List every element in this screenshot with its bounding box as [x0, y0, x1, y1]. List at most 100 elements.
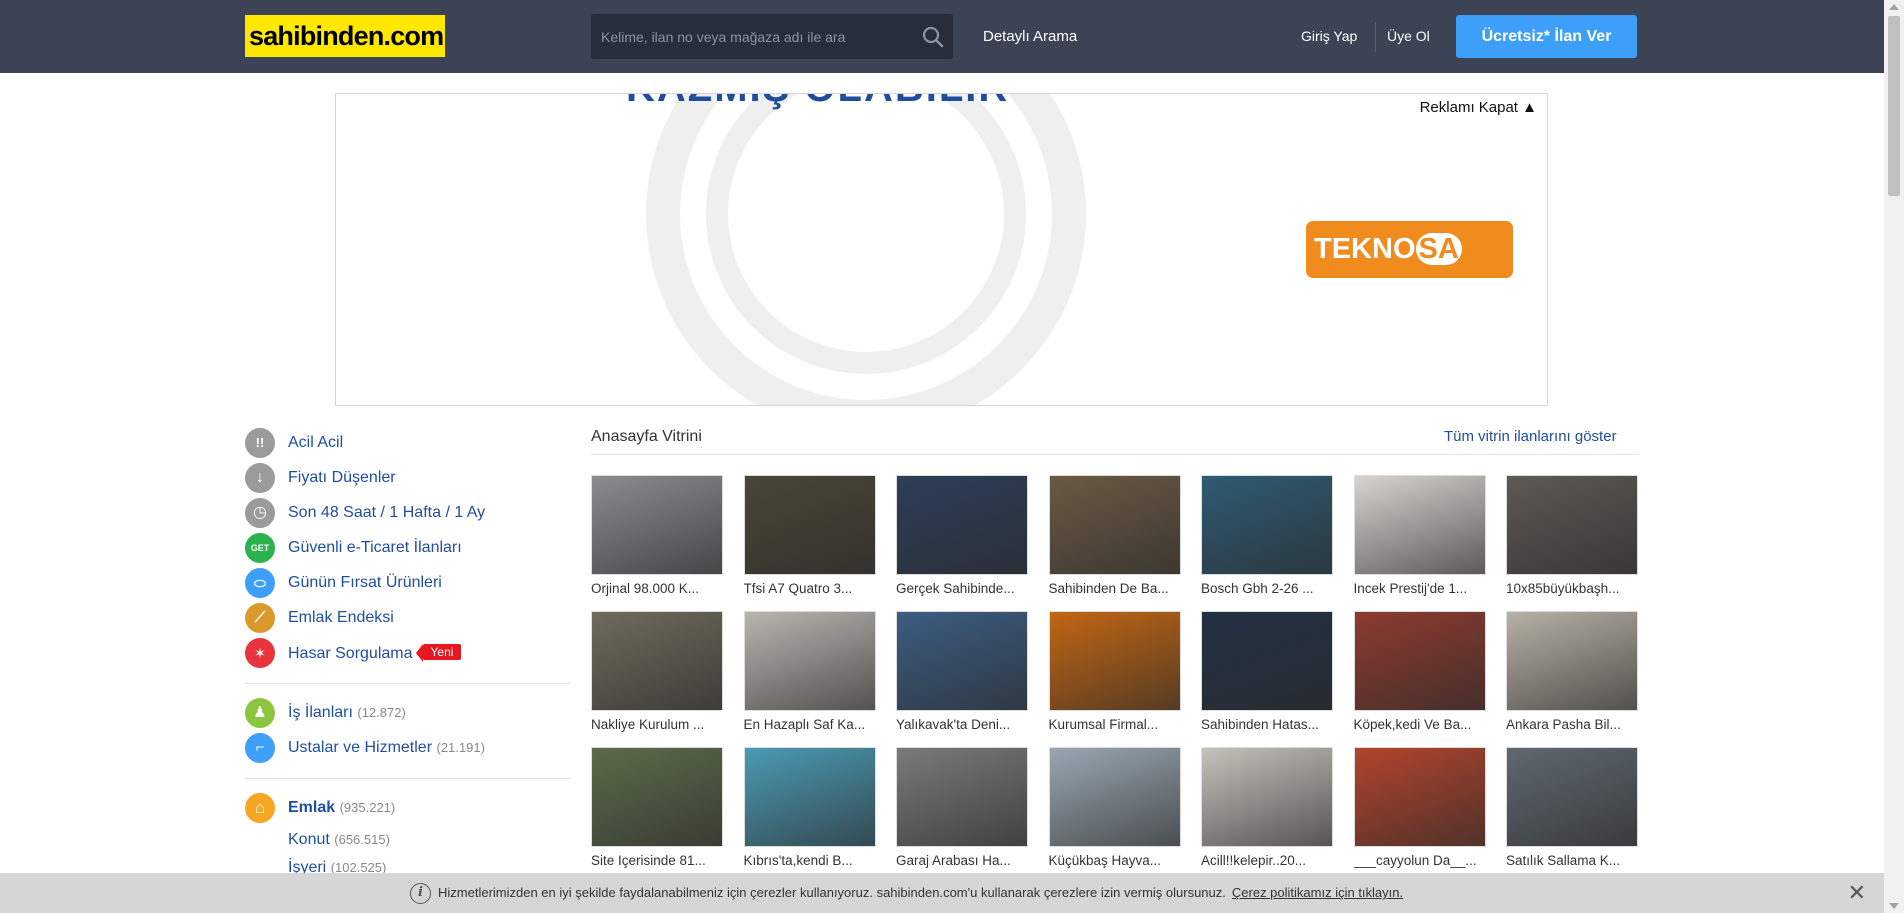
cookie-text: Hizmetlerimizden en iyi şekilde faydalan… — [438, 885, 1226, 900]
detailed-search-link[interactable]: Detaylı Arama — [983, 28, 1077, 45]
listing-thumbnail[interactable] — [1506, 747, 1638, 847]
close-icon[interactable]: ✕ — [1848, 880, 1866, 906]
close-ad-button[interactable]: Reklamı Kapat ▲ — [1420, 99, 1537, 116]
listing-thumbnail[interactable] — [743, 475, 876, 575]
listing-thumbnail[interactable] — [896, 611, 1028, 711]
listing-title[interactable]: Kıbrıs'ta,kendi B... — [744, 853, 876, 868]
listing-title[interactable]: Kurumsal Firmal... — [1049, 717, 1181, 732]
sidebar-item-label: Fiyatı Düşenler — [288, 469, 396, 486]
vitrin-listing-card[interactable]: Ankara Pasha Bil... — [1506, 611, 1638, 736]
cookie-policy-link[interactable]: Çerez politikamız için tıklayın. — [1232, 885, 1403, 900]
site-logo[interactable]: sahibinden.com — [245, 15, 445, 57]
listing-title[interactable]: Incek Prestij'de 1... — [1354, 581, 1486, 596]
vitrin-listing-card[interactable]: Köpek,kedi Ve Ba... — [1353, 611, 1486, 736]
listing-title[interactable]: Site Içerisinde 81... — [591, 853, 723, 868]
listing-thumbnail[interactable] — [896, 747, 1028, 847]
listing-title[interactable]: Bosch Gbh 2-26 ... — [1201, 581, 1333, 596]
vitrin-listing-card[interactable]: Garaj Arabası Ha... — [896, 747, 1028, 872]
sidebar-item-hasar-sorgulama[interactable]: ✶ Hasar Sorgulama Yeni — [245, 638, 570, 668]
listing-thumbnail[interactable] — [1353, 475, 1486, 575]
category-count: (21.191) — [436, 740, 485, 755]
listing-thumbnail[interactable] — [1201, 475, 1333, 575]
listing-title[interactable]: Yalıkavak'ta Deni... — [896, 717, 1028, 732]
listing-title[interactable]: Sahibinden Hatas... — [1201, 717, 1333, 732]
vitrin-listing-card[interactable]: Acill!!kelepir..20... — [1201, 747, 1333, 872]
sidebar-item-is-ilanlari[interactable]: ♟ İş İlanları (12.872) — [245, 698, 570, 728]
sidebar-subitem-konut[interactable]: Konut (656.515) — [288, 831, 390, 849]
ad-banner[interactable]: KAZMIŞ OLABİLİR Reklamı Kapat ▲ TEKNOSA — [335, 93, 1548, 406]
listing-title[interactable]: Sahibinden De Ba... — [1049, 581, 1181, 596]
listing-thumbnail[interactable] — [591, 747, 723, 847]
vitrin-listing-card[interactable]: Sahibinden Hatas... — [1201, 611, 1333, 736]
brand-text-highlight: SA — [1415, 233, 1462, 265]
listing-title[interactable]: ___cayyolun Da__... — [1354, 853, 1486, 868]
teknosa-logo: TEKNO SA — [1306, 221, 1513, 278]
scroll-up-icon[interactable] — [1889, 4, 1899, 10]
listing-thumbnail[interactable] — [896, 475, 1028, 575]
sidebar-item-label: Son 48 Saat / 1 Hafta / 1 Ay — [288, 504, 486, 521]
vitrin-listing-card[interactable]: Nakliye Kurulum ... — [591, 611, 723, 736]
listing-thumbnail[interactable] — [1201, 611, 1333, 711]
vitrin-listing-card[interactable]: Küçükbaş Hayva... — [1048, 747, 1181, 872]
vitrin-listing-card[interactable]: Satılık Sallama K... — [1506, 747, 1638, 872]
listing-title[interactable]: 10x85büyükbaşh... — [1506, 581, 1638, 596]
post-free-ad-button[interactable]: Ücretsiz* İlan Ver — [1456, 15, 1637, 58]
listing-title[interactable]: Küçükbaş Hayva... — [1049, 853, 1181, 868]
sidebar-item-gunun-firsat[interactable]: ⬭ Günün Fırsat Ürünleri — [245, 568, 570, 598]
listing-title[interactable]: Köpek,kedi Ve Ba... — [1354, 717, 1486, 732]
sidebar-item-emlak[interactable]: ⌂ Emlak (935.221) — [245, 793, 570, 823]
listing-thumbnail[interactable] — [1048, 747, 1181, 847]
sidebar-item-emlak-endeksi[interactable]: ⟋ Emlak Endeksi — [245, 603, 570, 633]
vitrin-listing-card[interactable]: Yalıkavak'ta Deni... — [896, 611, 1028, 736]
listing-thumbnail[interactable] — [1353, 611, 1486, 711]
listing-title[interactable]: Orjinal 98.000 K... — [591, 581, 723, 596]
sidebar-item-guvenli-eticaret[interactable]: GET Güvenli e-Ticaret İlanları — [245, 533, 570, 563]
listing-title[interactable]: Tfsi A7 Quatro 3... — [744, 581, 876, 596]
listing-title[interactable]: Gerçek Sahibinde... — [896, 581, 1028, 596]
sidebar-item-son-48-saat[interactable]: ◷ Son 48 Saat / 1 Hafta / 1 Ay — [245, 498, 570, 528]
login-link[interactable]: Giriş Yap — [1301, 28, 1357, 44]
get-icon: GET — [245, 533, 275, 563]
vitrin-listing-card[interactable]: Orjinal 98.000 K... — [591, 475, 723, 600]
scrollbar[interactable] — [1884, 0, 1904, 913]
vitrin-listing-card[interactable]: Sahibinden De Ba... — [1048, 475, 1181, 600]
vitrin-listing-card[interactable]: Tfsi A7 Quatro 3... — [743, 475, 876, 600]
vitrin-listing-card[interactable]: ___cayyolun Da__... — [1353, 747, 1486, 872]
vitrin-listing-card[interactable]: Incek Prestij'de 1... — [1353, 475, 1486, 600]
vitrin-listing-card[interactable]: Gerçek Sahibinde... — [896, 475, 1028, 600]
listing-thumbnail[interactable] — [1506, 475, 1638, 575]
listing-thumbnail[interactable] — [591, 611, 723, 711]
search-icon[interactable] — [921, 25, 945, 49]
sidebar-item-ustalar-hizmetler[interactable]: ⌐ Ustalar ve Hizmetler (21.191) — [245, 733, 570, 763]
sidebar-item-acil[interactable]: !! Acil Acil — [245, 428, 570, 458]
listing-title[interactable]: Nakliye Kurulum ... — [591, 717, 723, 732]
category-name: İş İlanları — [288, 704, 353, 721]
vitrin-listing-card[interactable]: Kıbrıs'ta,kendi B... — [743, 747, 876, 872]
listing-title[interactable]: Garaj Arabası Ha... — [896, 853, 1028, 868]
show-all-vitrin-link[interactable]: Tüm vitrin ilanlarını göster — [1444, 428, 1617, 445]
scroll-down-icon[interactable] — [1889, 903, 1899, 909]
listing-title[interactable]: En Hazaplı Saf Ka... — [744, 717, 876, 732]
listing-title[interactable]: Acill!!kelepir..20... — [1201, 853, 1333, 868]
scroll-thumb[interactable] — [1888, 16, 1900, 196]
listing-thumbnail[interactable] — [743, 747, 876, 847]
vitrin-listing-card[interactable]: Bosch Gbh 2-26 ... — [1201, 475, 1333, 600]
listing-thumbnail[interactable] — [1048, 475, 1181, 575]
listing-thumbnail[interactable] — [1201, 747, 1333, 847]
listing-thumbnail[interactable] — [1506, 611, 1638, 711]
listing-thumbnail[interactable] — [1048, 611, 1181, 711]
listing-title[interactable]: Satılık Sallama K... — [1506, 853, 1638, 868]
vitrin-listing-card[interactable]: 10x85büyükbaşh... — [1506, 475, 1638, 600]
search-input[interactable] — [591, 14, 901, 59]
sidebar-item-label: Güvenli e-Ticaret İlanları — [288, 539, 462, 556]
register-link[interactable]: Üye Ol — [1387, 28, 1430, 44]
vitrin-listing-card[interactable]: Site Içerisinde 81... — [591, 747, 723, 872]
listing-title[interactable]: Ankara Pasha Bil... — [1506, 717, 1638, 732]
info-icon: i — [410, 883, 431, 904]
vitrin-listing-card[interactable]: En Hazaplı Saf Ka... — [743, 611, 876, 736]
listing-thumbnail[interactable] — [591, 475, 723, 575]
listing-thumbnail[interactable] — [743, 611, 876, 711]
vitrin-listing-card[interactable]: Kurumsal Firmal... — [1048, 611, 1181, 736]
listing-thumbnail[interactable] — [1353, 747, 1486, 847]
sidebar-item-fiyati-dusenler[interactable]: ↓ Fiyatı Düşenler — [245, 463, 570, 493]
